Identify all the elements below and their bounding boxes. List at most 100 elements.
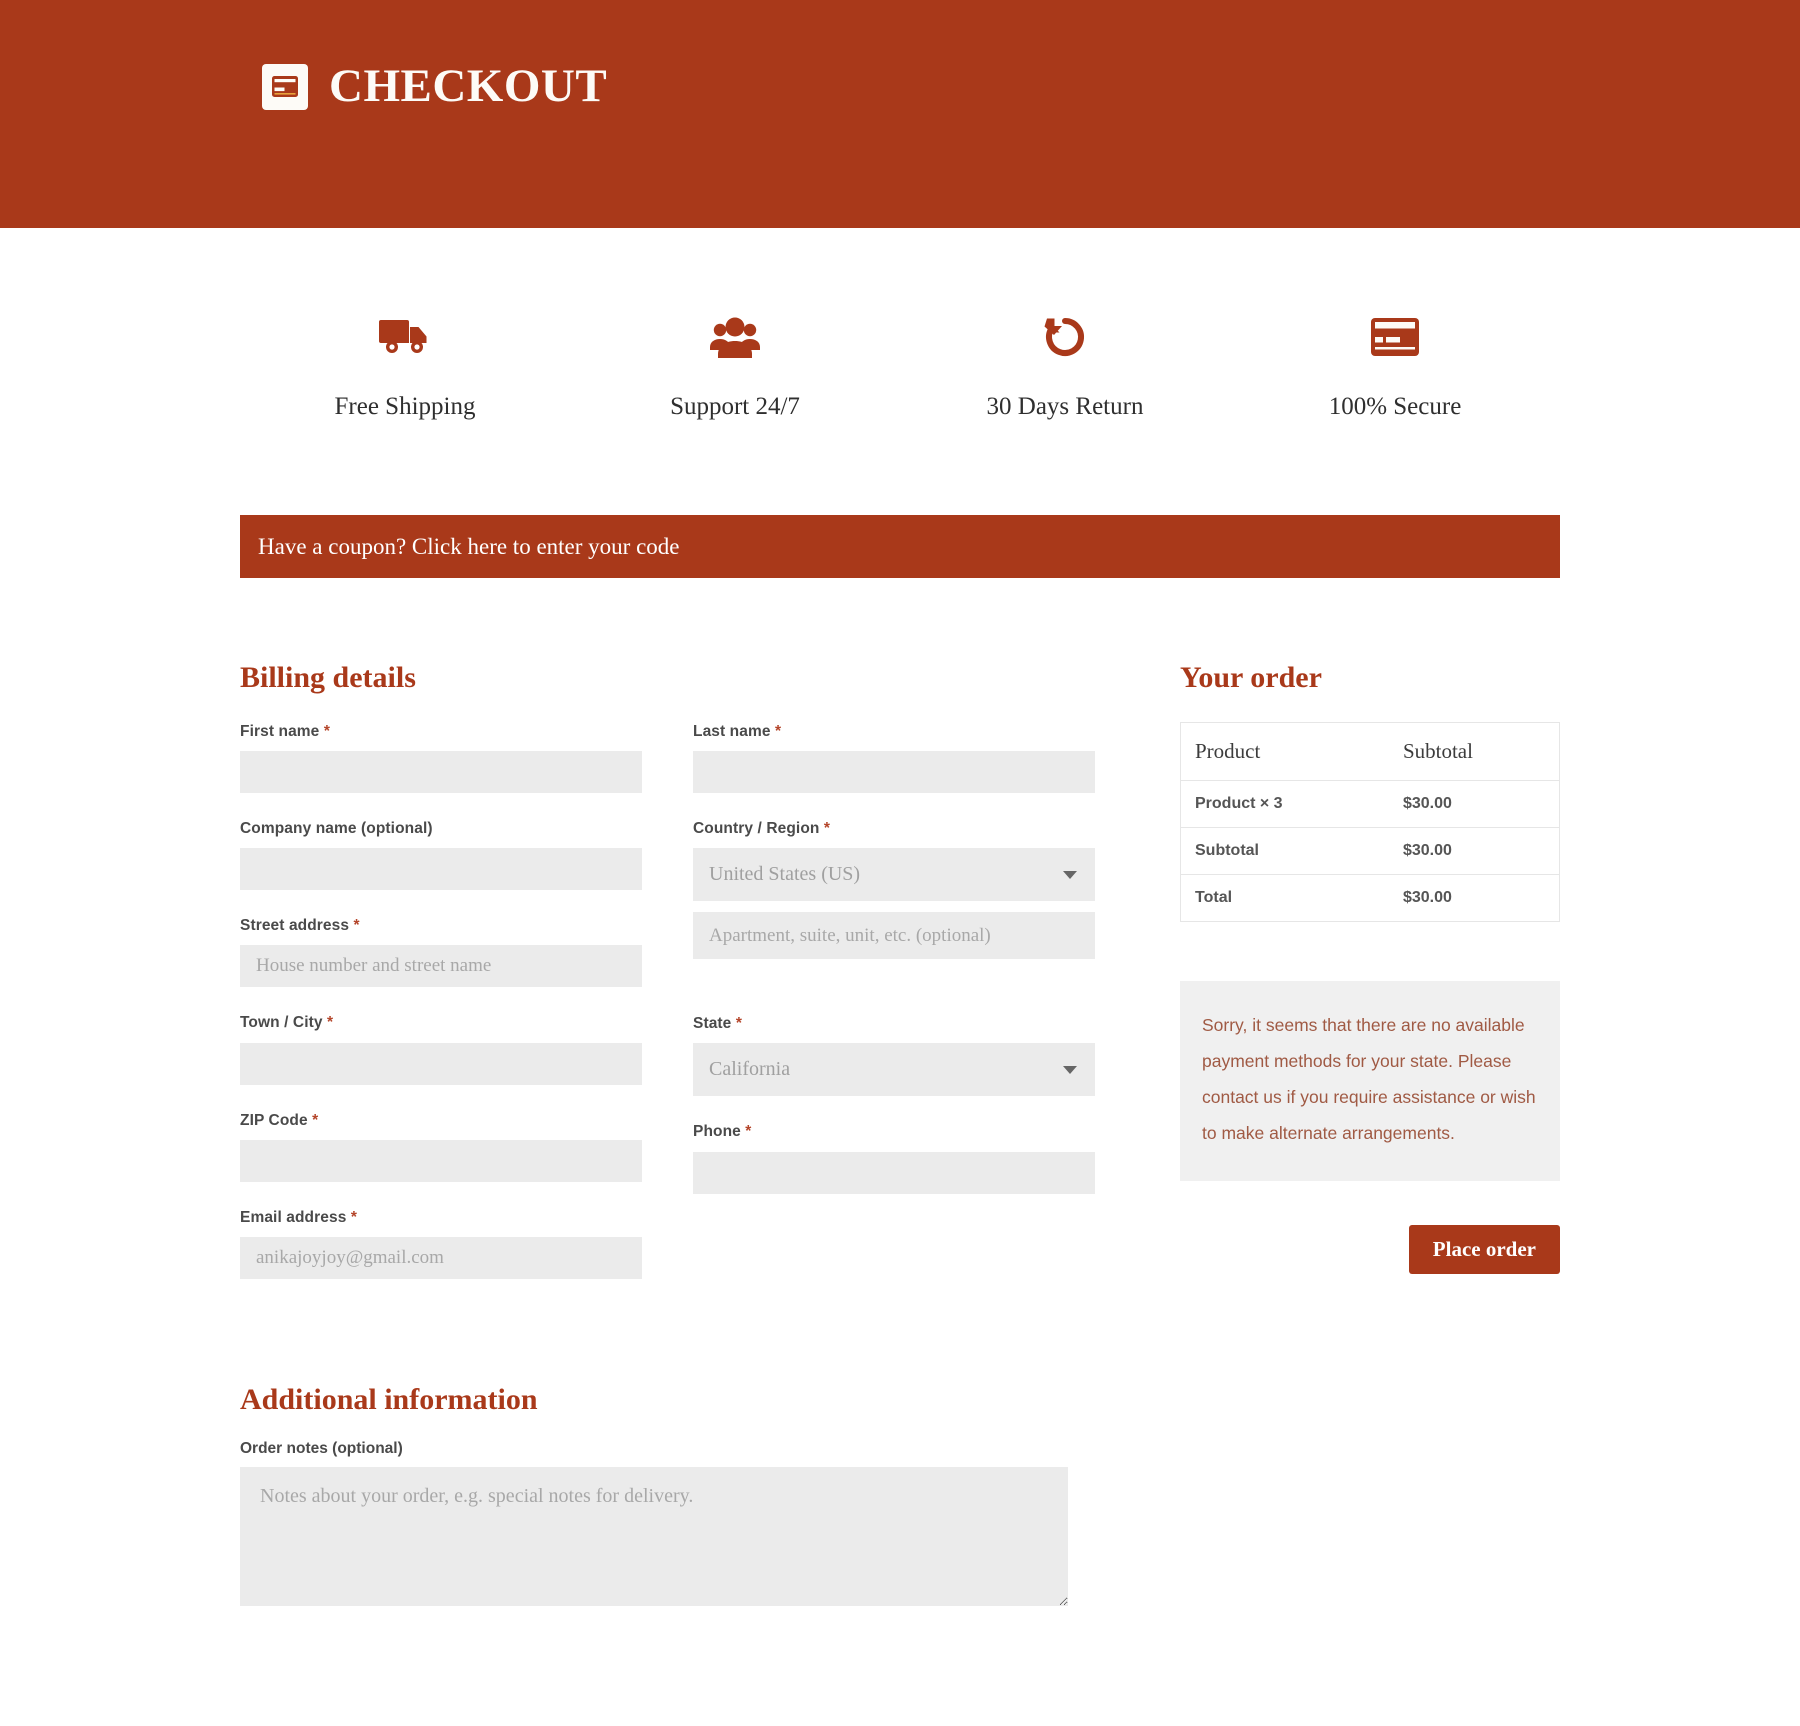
- table-header-row: Product Subtotal: [1180, 722, 1560, 781]
- field-company-name: Company name (optional): [240, 819, 642, 891]
- country-selected-value: United States (US): [709, 863, 861, 886]
- label-text: Last name: [693, 723, 771, 740]
- company-name-input[interactable]: [240, 848, 642, 891]
- required-asterisk: *: [327, 1014, 334, 1032]
- billing-form-left: First name * Company name (optional) Str…: [240, 722, 642, 1305]
- payment-unavailable-notice: Sorry, it seems that there are no availa…: [1180, 981, 1560, 1181]
- users-group-icon: [570, 308, 900, 366]
- credit-card-icon: [1230, 308, 1560, 366]
- required-asterisk: *: [823, 820, 831, 838]
- additional-information-section: Additional information Order notes (opti…: [240, 1382, 1095, 1606]
- checkout-page: CHECKOUT Free Shipping Support 24/7 30 D…: [0, 0, 1800, 1726]
- table-row: Product × 3 $30.00: [1180, 780, 1560, 828]
- zip-input[interactable]: [240, 1139, 642, 1182]
- order-summary-column: Your order Product Subtotal Product × 3: [1180, 660, 1560, 1274]
- page-title: CHECKOUT: [329, 60, 608, 112]
- phone-label: Phone *: [693, 1122, 1095, 1142]
- label-text: ZIP Code: [240, 1111, 308, 1129]
- field-city: Town / City *: [240, 1013, 642, 1085]
- brand-block: CHECKOUT: [262, 63, 607, 110]
- company-name-label: Company name (optional): [240, 820, 433, 838]
- required-asterisk: *: [312, 1111, 319, 1129]
- field-first-name: First name *: [240, 722, 642, 794]
- column-header-subtotal: Subtotal: [1388, 722, 1560, 781]
- country-label: Country / Region *: [693, 819, 1095, 839]
- row-value: $30.00: [1388, 827, 1560, 875]
- field-last-name: Last name *: [693, 722, 1095, 794]
- state-label: State *: [693, 1014, 1095, 1034]
- street-address-input[interactable]: [240, 945, 642, 988]
- label-text: Town / City: [240, 1014, 323, 1032]
- column-header-product: Product: [1180, 722, 1389, 781]
- required-asterisk: *: [735, 1015, 742, 1033]
- feature-returns: 30 Days Return: [900, 308, 1230, 422]
- label-text: Country / Region: [693, 820, 820, 838]
- last-name-input[interactable]: [693, 751, 1095, 794]
- first-name-input[interactable]: [240, 751, 642, 794]
- row-label: Product × 3: [1180, 780, 1389, 828]
- label-text: State: [693, 1015, 732, 1033]
- state-select[interactable]: California: [693, 1043, 1095, 1097]
- bottom-spacer: [240, 1606, 1560, 1726]
- required-asterisk: *: [350, 1208, 357, 1226]
- feature-label: Free Shipping: [334, 393, 476, 420]
- additional-information-heading: Additional information: [240, 1382, 538, 1416]
- order-notes-textarea[interactable]: [240, 1466, 1068, 1606]
- table-row: Total $30.00: [1181, 875, 1560, 922]
- row-value: $30.00: [1388, 780, 1560, 828]
- field-state: State * California: [693, 1014, 1095, 1097]
- row-label: Total: [1195, 889, 1233, 906]
- row-value: $30.00: [1402, 889, 1452, 906]
- field-street-address: Street address *: [240, 916, 642, 988]
- country-select[interactable]: United States (US): [693, 848, 1095, 902]
- feature-free-shipping: Free Shipping: [240, 308, 570, 422]
- required-asterisk: *: [745, 1123, 752, 1141]
- state-selected-value: California: [709, 1058, 791, 1081]
- main-content: Free Shipping Support 24/7 30 Days Retur…: [0, 308, 1800, 1726]
- field-phone: Phone *: [693, 1122, 1095, 1194]
- billing-form-right: Last name * Country / Region * United St…: [693, 722, 1095, 1305]
- street-address-label: Street address *: [240, 916, 642, 936]
- email-label: Email address *: [240, 1208, 642, 1228]
- city-input[interactable]: [240, 1042, 642, 1085]
- email-input[interactable]: [240, 1236, 642, 1279]
- required-asterisk: *: [353, 917, 360, 935]
- place-order-row: Place order: [1180, 1224, 1560, 1274]
- feature-secure: 100% Secure: [1230, 308, 1560, 422]
- checkout-grid: Billing details First name * Company nam…: [240, 660, 1560, 1606]
- billing-column: Billing details First name * Company nam…: [240, 660, 1095, 1606]
- phone-input[interactable]: [693, 1151, 1095, 1194]
- truck-icon: [240, 308, 570, 366]
- field-country: Country / Region * United States (US): [693, 819, 1095, 960]
- required-asterisk: *: [775, 723, 782, 740]
- city-label: Town / City *: [240, 1013, 642, 1033]
- label-text: Phone: [693, 1123, 741, 1141]
- place-order-button[interactable]: Place order: [1408, 1224, 1560, 1274]
- credit-card-icon: [262, 63, 308, 110]
- undo-arrow-icon: [900, 308, 1230, 366]
- label-text: First name: [240, 723, 320, 740]
- zip-label: ZIP Code *: [240, 1111, 642, 1131]
- site-header: CHECKOUT: [0, 0, 1800, 228]
- feature-support: Support 24/7: [570, 308, 900, 422]
- apartment-input[interactable]: [693, 912, 1095, 960]
- field-email: Email address *: [240, 1208, 642, 1279]
- field-zip: ZIP Code *: [240, 1111, 642, 1182]
- feature-label: 30 Days Return: [986, 393, 1144, 420]
- feature-label: 100% Secure: [1328, 393, 1462, 420]
- required-asterisk: *: [323, 723, 330, 740]
- last-name-label: Last name *: [693, 722, 1095, 742]
- order-summary-table: Product Subtotal Product × 3 $30.00 Subt…: [1180, 722, 1560, 922]
- row-label: Subtotal: [1180, 827, 1389, 875]
- coupon-toggle[interactable]: Have a coupon? Click here to enter your …: [240, 515, 1560, 578]
- billing-details-heading: Billing details: [240, 661, 416, 694]
- first-name-label: First name *: [240, 722, 642, 742]
- feature-label: Support 24/7: [670, 393, 800, 420]
- order-notes-label: Order notes (optional): [240, 1439, 403, 1457]
- your-order-heading: Your order: [1180, 661, 1322, 694]
- label-text: Email address: [240, 1208, 347, 1226]
- label-text: Street address: [240, 917, 350, 935]
- features-row: Free Shipping Support 24/7 30 Days Retur…: [240, 308, 1560, 422]
- coupon-label: Have a coupon? Click here to enter your …: [258, 534, 680, 559]
- table-row: Subtotal $30.00: [1180, 827, 1560, 875]
